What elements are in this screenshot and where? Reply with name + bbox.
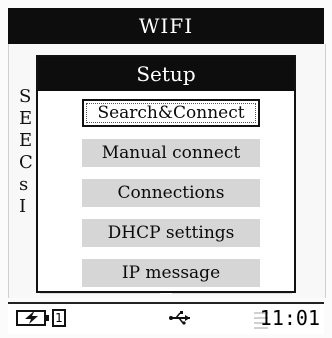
dialog-title: Setup [38, 57, 294, 91]
device-screen: WIFI S E E C s I Setup Search&Connect Ma… [0, 0, 332, 338]
status-bar: 1 11:01 [8, 302, 324, 334]
menu-item-search-connect[interactable]: Search&Connect [82, 99, 260, 127]
battery-charging-icon [16, 310, 49, 326]
usb-icon [169, 311, 190, 325]
menu-item-dhcp-settings[interactable]: DHCP settings [82, 219, 260, 247]
menu-item-manual-connect[interactable]: Manual connect [82, 139, 260, 167]
clock: 11:01 [259, 306, 320, 330]
setup-dialog: Setup Search&Connect Manual connect Conn… [36, 55, 296, 293]
window-title: WIFI [8, 8, 324, 44]
menu-item-connections[interactable]: Connections [82, 179, 260, 207]
slot-indicator: 1 [52, 309, 66, 327]
menu-item-ip-message[interactable]: IP message [82, 259, 260, 287]
